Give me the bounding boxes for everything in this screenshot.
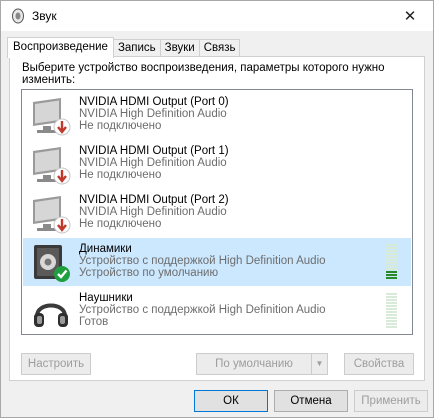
cancel-button[interactable]: Отмена <box>274 390 348 412</box>
speaker-default-icon <box>34 245 70 282</box>
tab-playback[interactable]: Воспроизведение <box>7 37 114 58</box>
meter-segment <box>386 244 397 246</box>
speaker-app-icon <box>12 8 24 24</box>
device-list[interactable]: NVIDIA HDMI Output (Port 0) NVIDIA High … <box>21 89 413 335</box>
sound-dialog: Звук ✕ Воспроизведение Запись Звуки Связ… <box>0 0 434 418</box>
title-bar: Звук ✕ <box>1 1 433 31</box>
device-name: NVIDIA HDMI Output (Port 0) <box>79 96 229 108</box>
chevron-down-icon[interactable]: ▼ <box>311 354 327 374</box>
device-item[interactable]: NVIDIA HDMI Output (Port 1) NVIDIA High … <box>23 140 411 188</box>
meter-segment <box>386 302 397 304</box>
device-status: Не подключено <box>79 120 162 132</box>
device-item[interactable]: NVIDIA HDMI Output (Port 0) NVIDIA High … <box>23 91 411 139</box>
playback-panel: Выберите устройство воспроизведения, пар… <box>9 56 425 381</box>
device-status: Устройство по умолчанию <box>79 267 219 279</box>
meter-segment <box>386 250 397 252</box>
device-name: Динамики <box>79 243 132 255</box>
properties-button[interactable]: Свойства <box>344 353 414 375</box>
meter-segment <box>386 268 397 270</box>
instructions-text: Выберите устройство воспроизведения, пар… <box>22 62 385 86</box>
close-icon[interactable]: ✕ <box>387 1 433 31</box>
device-status: Не подключено <box>79 169 162 181</box>
monitor-disconnected-icon <box>33 98 71 136</box>
device-description: NVIDIA High Definition Audio <box>79 108 227 120</box>
meter-segment <box>386 271 397 273</box>
meter-segment <box>386 314 397 316</box>
volume-meter <box>386 244 397 282</box>
headphones-icon <box>34 303 68 327</box>
meter-segment <box>386 262 397 264</box>
meter-segment <box>386 326 397 328</box>
meter-segment <box>386 259 397 261</box>
device-status: Готов <box>79 316 109 328</box>
device-item-selected[interactable]: Динамики Устройство с поддержкой High De… <box>23 238 411 286</box>
set-default-button[interactable]: По умолчанию ▼ <box>196 353 328 375</box>
meter-segment <box>386 323 397 325</box>
device-status: Не подключено <box>79 218 162 230</box>
meter-segment <box>386 253 397 255</box>
meter-segment <box>386 311 397 313</box>
device-name: Наушники <box>79 292 133 304</box>
device-description: NVIDIA High Definition Audio <box>79 206 227 218</box>
device-description: Устройство с поддержкой High Definition … <box>79 255 326 267</box>
apply-button[interactable]: Применить <box>354 390 428 412</box>
device-item[interactable]: Наушники Устройство с поддержкой High De… <box>23 287 411 335</box>
meter-segment <box>386 308 397 310</box>
monitor-disconnected-icon <box>33 147 71 185</box>
meter-segment <box>386 293 397 295</box>
device-name: NVIDIA HDMI Output (Port 1) <box>79 145 229 157</box>
tab-strip: Воспроизведение Запись Звуки Связь <box>7 37 241 58</box>
meter-segment <box>386 296 397 298</box>
volume-meter <box>386 293 397 331</box>
set-default-label: По умолчанию <box>215 358 293 370</box>
configure-button[interactable]: Настроить <box>21 353 91 375</box>
meter-segment <box>386 247 397 249</box>
device-description: Устройство с поддержкой High Definition … <box>79 304 326 316</box>
window-title: Звук <box>32 9 57 23</box>
meter-segment <box>386 317 397 319</box>
device-item[interactable]: NVIDIA HDMI Output (Port 2) NVIDIA High … <box>23 189 411 237</box>
monitor-disconnected-icon <box>33 196 71 234</box>
ok-button[interactable]: ОК <box>194 390 268 412</box>
meter-segment <box>386 277 397 279</box>
meter-segment <box>386 305 397 307</box>
meter-segment <box>386 274 397 276</box>
meter-segment <box>386 320 397 322</box>
device-name: NVIDIA HDMI Output (Port 2) <box>79 194 229 206</box>
device-description: NVIDIA High Definition Audio <box>79 157 227 169</box>
meter-segment <box>386 256 397 258</box>
meter-segment <box>386 265 397 267</box>
meter-segment <box>386 299 397 301</box>
